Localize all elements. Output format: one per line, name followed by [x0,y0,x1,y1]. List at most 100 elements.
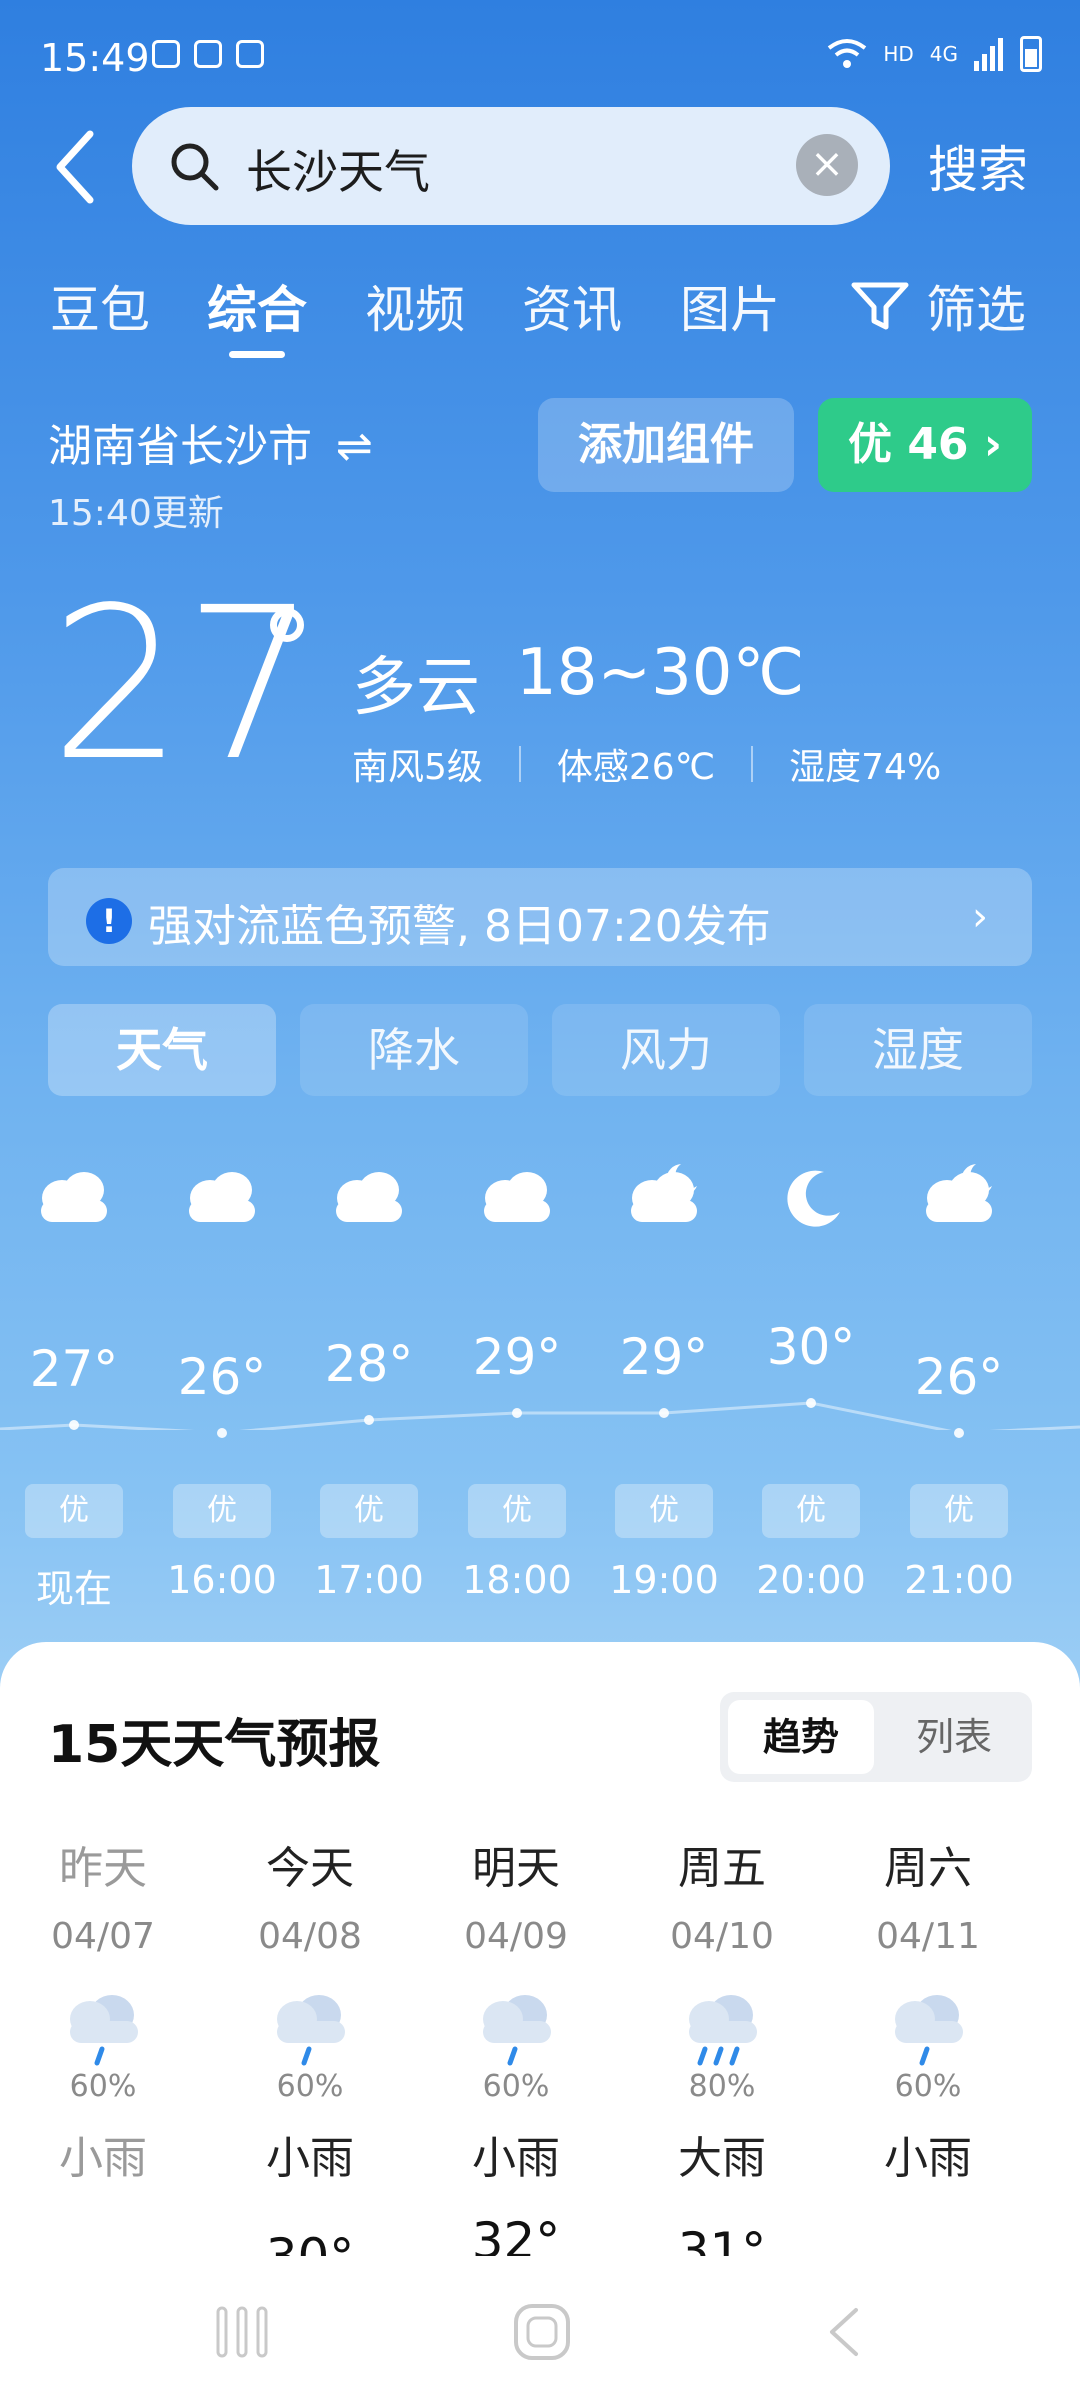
network-type: 4G [929,42,958,66]
home-icon[interactable] [512,2302,572,2362]
degree-symbol [270,608,304,642]
cloudy-icon [177,1160,267,1230]
divider [518,746,521,782]
tab-comprehensive[interactable]: 综合 [207,270,307,342]
divider [751,746,754,782]
voicemail-icon [194,40,222,68]
metric-tab-precipitation[interactable]: 降水 [300,1004,528,1096]
weather-details: 南风5级 体感26℃ 湿度74% [352,738,941,790]
search-tabs: 豆包 综合 视频 资讯 图片 筛选 [0,270,1080,358]
forecast-day[interactable]: 周六 04/11 60% 小雨 [843,1832,1013,2186]
recent-apps-icon[interactable] [212,2302,272,2362]
day-condition: 小雨 [884,2133,972,2184]
app-notification-icon [152,40,180,68]
clear-search-icon[interactable]: × [796,134,858,196]
humidity: 湿度74% [789,747,942,788]
rain-probability: 60% [276,2069,344,2104]
day-condition: 小雨 [59,2133,147,2184]
list-toggle-button[interactable]: 列表 [882,1700,1026,1774]
search-input[interactable]: 长沙天气 [246,136,430,202]
hourly-aqi-badge: 优 [173,1484,271,1538]
aqi-badge-button[interactable]: 优 46 › [818,398,1032,492]
day-date: 04/07 [51,1916,155,1957]
tab-filter[interactable]: 筛选 [850,270,1026,342]
forecast-day[interactable]: 周五 04/10 80% 大雨 [637,1832,807,2186]
location[interactable]: 湖南省长沙市 ⇌ [48,410,373,474]
day-condition: 小雨 [266,2133,354,2184]
day-name: 今天 [266,1843,354,1894]
hourly-time: 18:00 [462,1558,572,1602]
clock-icon [236,40,264,68]
hourly-time: 19:00 [609,1558,719,1602]
hourly-time: 20:00 [756,1558,866,1602]
current-condition: 多云 [352,651,480,725]
metric-tab-wind[interactable]: 风力 [552,1004,780,1096]
updated-time: 15:40更新 [48,493,224,534]
tab-news[interactable]: 资讯 [522,270,622,342]
metric-tab-humidity[interactable]: 湿度 [804,1004,1032,1096]
cloudy-night-icon [914,1160,1004,1230]
day-date: 04/08 [258,1916,362,1957]
tab-doubao[interactable]: 豆包 [50,270,150,342]
light-rain-icon [883,1987,973,2067]
cloudy-icon [324,1160,414,1230]
temperature-curve [0,1401,1080,1430]
rain-probability: 60% [894,2069,962,2104]
temperature-range: 18~30℃ [516,636,805,710]
rain-probability: 60% [69,2069,137,2104]
hourly-temp: 30° [766,1318,856,1376]
metric-tab-weather[interactable]: 天气 [48,1004,276,1096]
light-rain-icon [58,1987,148,2067]
signal-icon [974,38,1003,71]
rain-probability: 80% [688,2069,756,2104]
search-button[interactable]: 搜索 [928,130,1028,202]
feels-like: 体感26℃ [556,747,716,788]
status-right-icons: HD 4G [827,36,1042,72]
filter-icon [851,282,909,330]
back-arrow-icon[interactable] [46,122,106,212]
trend-toggle-button[interactable]: 趋势 [728,1700,874,1774]
network-label: HD [883,42,914,66]
chevron-right-icon: › [972,894,988,940]
day-date: 04/09 [464,1916,568,1957]
status-time: 15:49 [40,36,150,80]
heavy-rain-icon [677,1987,767,2067]
day-date: 04/11 [876,1916,980,1957]
status-notification-icons [152,40,264,68]
back-nav-icon[interactable] [816,2302,876,2362]
forecast-day[interactable]: 今天 04/08 60% 小雨 [225,1832,395,2186]
tab-filter-label: 筛选 [926,281,1026,339]
hourly-time: 21:00 [904,1558,1014,1602]
day-name: 周五 [678,1843,766,1894]
add-widget-button[interactable]: 添加组件 [538,398,794,492]
cloudy-icon [29,1160,119,1230]
tab-images[interactable]: 图片 [680,270,780,342]
day-condition: 大雨 [678,2133,766,2184]
moon-icon [766,1160,856,1230]
day-name: 周六 [884,1843,972,1894]
swap-location-icon: ⇌ [336,421,373,472]
hourly-aqi-badge: 优 [910,1484,1008,1538]
day-date: 04/10 [670,1916,774,1957]
location-name: 湖南省长沙市 [48,421,312,472]
hourly-time: 17:00 [314,1558,424,1602]
hourly-aqi-badge: 优 [25,1484,123,1538]
forecast-title: 15天天气预报 [48,1715,381,1775]
active-tab-indicator [229,351,285,358]
rain-probability: 60% [482,2069,550,2104]
cloudy-icon [472,1160,562,1230]
day-name: 明天 [472,1843,560,1894]
cloudy-night-icon [619,1160,709,1230]
wifi-icon [828,39,867,68]
forecast-day[interactable]: 昨天 04/07 60% 小雨 [18,1832,188,2186]
hourly-aqi-badge: 优 [468,1484,566,1538]
day-name: 昨天 [59,1843,147,1894]
tab-video[interactable]: 视频 [365,270,465,342]
hourly-time: 现在 [35,1567,112,1611]
hourly-aqi-badge: 优 [320,1484,418,1538]
day-condition: 小雨 [472,2133,560,2184]
forecast-day[interactable]: 明天 04/09 60% 小雨 [431,1832,601,2186]
battery-icon [1020,36,1042,72]
light-rain-icon [471,1987,561,2067]
search-icon [171,143,219,191]
